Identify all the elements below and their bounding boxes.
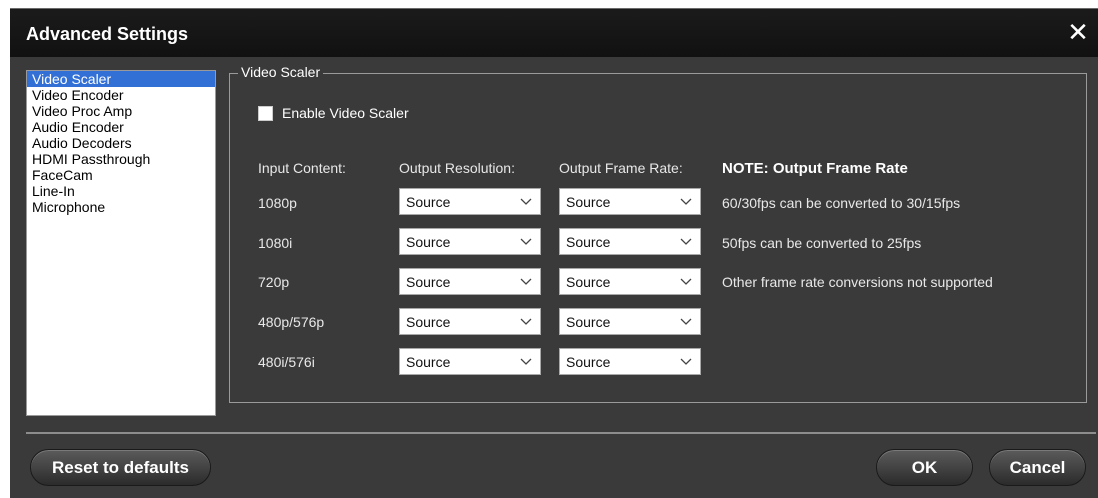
output-resolution-select-720p[interactable]: Source	[399, 268, 541, 295]
chevron-down-icon	[680, 358, 692, 365]
output-frame-rate-select-480p-576p[interactable]: Source	[559, 308, 701, 335]
output-frame-rate-select-1080i[interactable]: Source	[559, 228, 701, 255]
select-value: Source	[566, 354, 611, 370]
chevron-down-icon	[680, 318, 692, 325]
chevron-down-icon	[680, 278, 692, 285]
output-frame-rate-header: Output Frame Rate:	[559, 160, 683, 176]
row-label-1080i: 1080i	[258, 235, 293, 251]
chevron-down-icon	[520, 358, 532, 365]
row-label-480p-576p: 480p/576p	[258, 314, 325, 330]
select-value: Source	[406, 274, 451, 290]
title-bar: Advanced Settings ✕	[10, 9, 1098, 57]
output-frame-rate-select-720p[interactable]: Source	[559, 268, 701, 295]
select-value: Source	[566, 314, 611, 330]
output-frame-rate-select-1080p[interactable]: Source	[559, 188, 701, 215]
output-resolution-select-1080p[interactable]: Source	[399, 188, 541, 215]
row-label-1080p: 1080p	[258, 195, 297, 211]
category-item-audio-decoders[interactable]: Audio Decoders	[27, 135, 215, 151]
enable-video-scaler-checkbox[interactable]	[258, 106, 273, 121]
note-title: NOTE: Output Frame Rate	[722, 160, 908, 177]
group-legend: Video Scaler	[238, 64, 324, 80]
note-line: 60/30fps can be converted to 30/15fps	[722, 195, 961, 211]
chevron-down-icon	[520, 318, 532, 325]
note-line: 50fps can be converted to 25fps	[722, 235, 922, 251]
category-item-hdmi-passthrough[interactable]: HDMI Passthrough	[27, 151, 215, 167]
output-frame-rate-select-480i-576i[interactable]: Source	[559, 348, 701, 375]
row-label-720p: 720p	[258, 274, 290, 290]
select-value: Source	[566, 234, 611, 250]
select-value: Source	[406, 314, 451, 330]
select-value: Source	[406, 234, 451, 250]
select-value: Source	[406, 354, 451, 370]
video-scaler-group: Video Scaler Enable Video Scaler Input C…	[229, 64, 1087, 403]
footer-divider	[26, 432, 1096, 434]
close-icon: ✕	[1067, 17, 1089, 47]
category-list[interactable]: Video Scaler Video Encoder Video Proc Am…	[26, 70, 216, 416]
output-resolution-header: Output Resolution:	[399, 160, 515, 176]
category-item-microphone[interactable]: Microphone	[27, 199, 215, 215]
close-button[interactable]: ✕	[1064, 19, 1092, 47]
select-value: Source	[566, 194, 611, 210]
chevron-down-icon	[520, 198, 532, 205]
note-line: Other frame rate conversions not support…	[722, 274, 993, 290]
output-resolution-select-480p-576p[interactable]: Source	[399, 308, 541, 335]
dialog-title: Advanced Settings	[26, 24, 189, 44]
chevron-down-icon	[520, 278, 532, 285]
chevron-down-icon	[520, 238, 532, 245]
select-value: Source	[566, 274, 611, 290]
output-resolution-select-480i-576i[interactable]: Source	[399, 348, 541, 375]
row-label-480i-576i: 480i/576i	[258, 354, 315, 370]
ok-button[interactable]: OK	[876, 449, 973, 486]
category-item-video-proc-amp[interactable]: Video Proc Amp	[27, 103, 215, 119]
cancel-button[interactable]: Cancel	[989, 449, 1086, 486]
output-resolution-select-1080i[interactable]: Source	[399, 228, 541, 255]
category-item-audio-encoder[interactable]: Audio Encoder	[27, 119, 215, 135]
category-item-line-in[interactable]: Line-In	[27, 183, 215, 199]
category-item-facecam[interactable]: FaceCam	[27, 167, 215, 183]
reset-to-defaults-button[interactable]: Reset to defaults	[30, 449, 211, 486]
chevron-down-icon	[680, 238, 692, 245]
category-item-video-encoder[interactable]: Video Encoder	[27, 87, 215, 103]
enable-video-scaler-label[interactable]: Enable Video Scaler	[282, 105, 409, 121]
input-content-header: Input Content:	[258, 160, 346, 176]
category-item-video-scaler[interactable]: Video Scaler	[27, 71, 215, 87]
select-value: Source	[406, 194, 451, 210]
advanced-settings-dialog: Advanced Settings ✕ Video Scaler Video E…	[10, 8, 1098, 498]
chevron-down-icon	[680, 198, 692, 205]
